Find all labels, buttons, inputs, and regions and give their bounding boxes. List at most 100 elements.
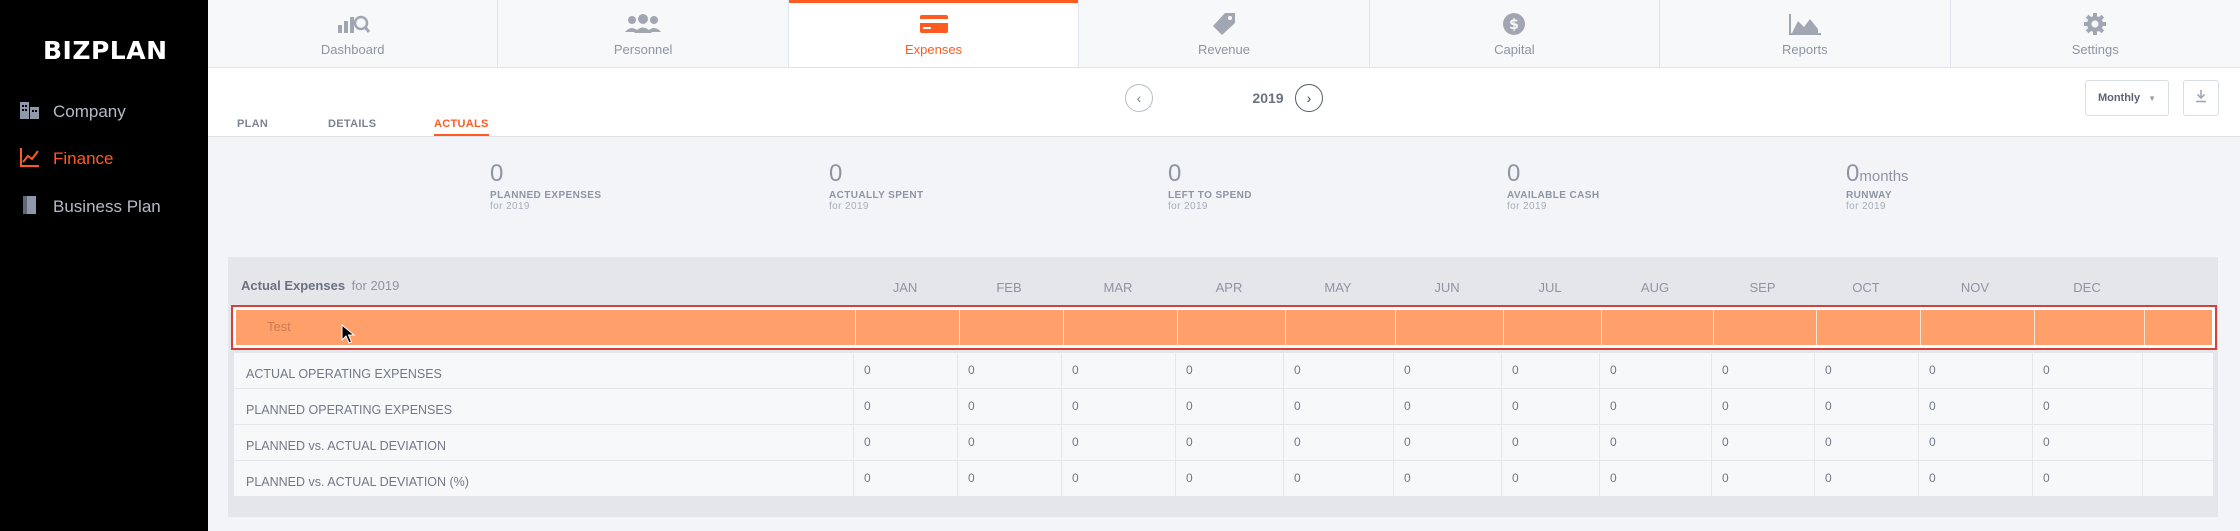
- mouse-cursor-icon: [341, 324, 356, 344]
- table-cell[interactable]: 0: [1294, 471, 1301, 485]
- table-cell[interactable]: 0: [968, 471, 975, 485]
- period-select[interactable]: Monthly ▼: [2085, 80, 2169, 116]
- column-divider: [957, 353, 958, 388]
- tab-capital[interactable]: $ Capital: [1370, 0, 1661, 67]
- table-cell[interactable]: 0: [1825, 363, 1832, 377]
- table-cell[interactable]: 0: [1722, 363, 1729, 377]
- table-row[interactable]: PLANNED vs. ACTUAL DEVIATION 0 0 0 0 0 0 0 0 0 0 0 0: [234, 425, 2213, 461]
- download-button[interactable]: [2183, 80, 2219, 116]
- table-cell[interactable]: 0: [1722, 471, 1729, 485]
- sidebar-item-company[interactable]: Company: [19, 97, 126, 127]
- table-cell[interactable]: 0: [1072, 471, 1079, 485]
- table-row-selected[interactable]: Test: [231, 305, 2217, 350]
- column-divider: [853, 353, 854, 388]
- table-cell[interactable]: 0: [1404, 435, 1411, 449]
- table-cell[interactable]: 0: [1404, 363, 1411, 377]
- month-header-mar: MAR: [1103, 280, 1133, 295]
- tab-personnel[interactable]: Personnel: [498, 0, 789, 67]
- table-cell[interactable]: 0: [968, 363, 975, 377]
- row-label: PLANNED OPERATING EXPENSES: [246, 403, 453, 417]
- sidebar-item-finance[interactable]: Finance: [19, 144, 113, 174]
- gear-icon: [2083, 12, 2107, 36]
- table-cell[interactable]: 0: [1929, 363, 1936, 377]
- table-cell[interactable]: 0: [864, 471, 871, 485]
- column-divider: [1503, 307, 1504, 348]
- subtab-plan[interactable]: PLAN: [237, 118, 268, 134]
- table-cell[interactable]: 0: [1929, 399, 1936, 413]
- table-cell[interactable]: 0: [1825, 471, 1832, 485]
- prev-year-button[interactable]: ‹: [1125, 84, 1153, 112]
- table-cell[interactable]: 0: [968, 435, 975, 449]
- table-cell[interactable]: 0: [2043, 435, 2050, 449]
- table-cell[interactable]: 0: [864, 399, 871, 413]
- dollar-icon: $: [1502, 12, 1526, 36]
- table-cell[interactable]: 0: [2043, 399, 2050, 413]
- tab-label: Expenses: [905, 42, 963, 57]
- column-divider: [1599, 425, 1600, 460]
- table-cell[interactable]: 0: [1610, 471, 1617, 485]
- tab-revenue[interactable]: Revenue: [1079, 0, 1370, 67]
- table-cell[interactable]: 0: [1610, 399, 1617, 413]
- column-divider: [1393, 389, 1394, 424]
- table-cell[interactable]: 0: [1512, 471, 1519, 485]
- book-icon: [19, 194, 41, 221]
- kpi-value: 0: [1507, 160, 1521, 187]
- table-cell[interactable]: 0: [1929, 471, 1936, 485]
- sidebar-item-business-plan[interactable]: Business Plan: [19, 192, 161, 222]
- column-divider: [1175, 461, 1176, 496]
- column-divider: [1599, 389, 1600, 424]
- column-divider: [1814, 353, 1815, 388]
- table-cell[interactable]: 0: [1186, 435, 1193, 449]
- table-cell[interactable]: 0: [1294, 435, 1301, 449]
- next-year-button[interactable]: ›: [1295, 84, 1323, 112]
- subtab-actuals[interactable]: ACTUALS: [434, 118, 489, 136]
- table-cell[interactable]: 0: [1610, 435, 1617, 449]
- column-divider: [1711, 389, 1712, 424]
- month-header-may: MAY: [1324, 280, 1352, 295]
- table-cell[interactable]: 0: [1722, 399, 1729, 413]
- table-cell[interactable]: 0: [1294, 399, 1301, 413]
- table-cell[interactable]: 0: [1512, 435, 1519, 449]
- table-cell[interactable]: 0: [1825, 435, 1832, 449]
- table-cell[interactable]: 0: [1404, 399, 1411, 413]
- table-cell[interactable]: 0: [1610, 363, 1617, 377]
- credit-card-icon: [919, 12, 949, 36]
- table-cell[interactable]: 0: [1072, 435, 1079, 449]
- table-cell[interactable]: 0: [1512, 399, 1519, 413]
- kpi-unit: months: [1859, 168, 1909, 185]
- table-cell[interactable]: 0: [1072, 399, 1079, 413]
- table-cell[interactable]: 0: [1186, 399, 1193, 413]
- table-cell[interactable]: 0: [2043, 363, 2050, 377]
- table-cell[interactable]: 0: [1512, 363, 1519, 377]
- table-row[interactable]: ACTUAL OPERATING EXPENSES 0 0 0 0 0 0 0 0 0 0 0 0: [234, 353, 2213, 389]
- month-header-jul: JUL: [1538, 280, 1562, 295]
- table-cell[interactable]: 0: [1294, 363, 1301, 377]
- column-divider: [1501, 389, 1502, 424]
- table-cell[interactable]: 0: [1186, 363, 1193, 377]
- table-cell[interactable]: 0: [1186, 471, 1193, 485]
- column-divider: [1285, 307, 1286, 348]
- table-title-text: Actual Expenses: [241, 278, 346, 293]
- table-row[interactable]: PLANNED OPERATING EXPENSES 0 0 0 0 0 0 0 0 0 0 0 0: [234, 389, 2213, 425]
- download-icon: [2194, 89, 2208, 108]
- table-cell[interactable]: 0: [1929, 435, 1936, 449]
- table-cell[interactable]: 0: [1825, 399, 1832, 413]
- tab-dashboard[interactable]: Dashboard: [208, 0, 499, 67]
- tab-expenses[interactable]: Expenses: [788, 0, 1080, 67]
- subtab-details[interactable]: DETAILS: [328, 118, 376, 134]
- tab-reports[interactable]: Reports: [1660, 0, 1951, 67]
- table-cell[interactable]: 0: [1072, 363, 1079, 377]
- tab-settings[interactable]: Settings: [1951, 0, 2240, 67]
- table-cell[interactable]: 0: [864, 363, 871, 377]
- actual-expenses-table: Actual Expenses for 2019 JAN FEB MAR APR MAY…: [228, 257, 2218, 517]
- column-divider: [957, 461, 958, 496]
- column-divider: [1061, 425, 1062, 460]
- table-cell[interactable]: 0: [864, 435, 871, 449]
- table-cell[interactable]: 0: [1404, 471, 1411, 485]
- table-cell[interactable]: 0: [1722, 435, 1729, 449]
- table-cell[interactable]: 0: [2043, 471, 2050, 485]
- table-row[interactable]: PLANNED vs. ACTUAL DEVIATION (%) 0 0 0 0 0 0 0 0…: [234, 461, 2213, 497]
- column-divider: [1814, 425, 1815, 460]
- table-cell[interactable]: 0: [968, 399, 975, 413]
- month-header-feb: FEB: [996, 280, 1022, 295]
